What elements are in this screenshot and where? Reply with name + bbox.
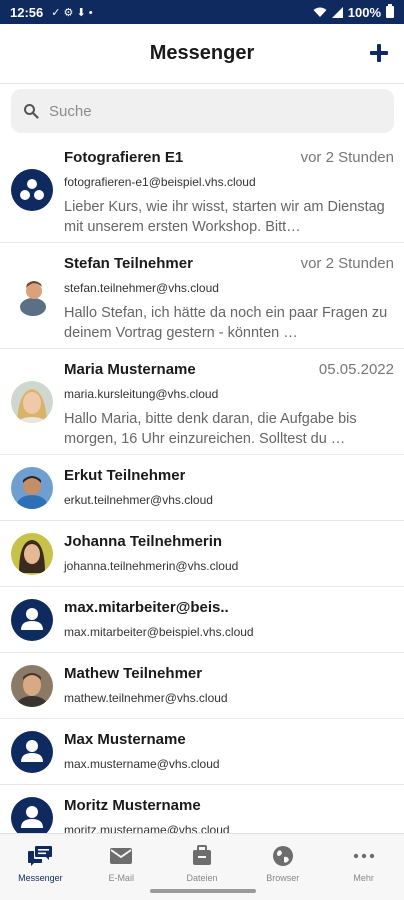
search-bar[interactable] (11, 89, 394, 133)
conversation-time: 05.05.2022 (318, 361, 394, 378)
conversation-email: moritz.mustername@vhs.cloud (64, 823, 230, 833)
conversation-email: fotografieren-e1@beispiel.vhs.cloud (64, 175, 256, 189)
plus-icon (370, 44, 388, 62)
more-icon (351, 844, 377, 868)
conversation-item[interactable]: Max Mustername max.mustername@vhs.cloud (0, 719, 404, 785)
nav-label: Browser (266, 873, 300, 883)
conversation-name: Stefan Teilnehmer (64, 255, 193, 272)
app-header: Messenger (0, 24, 404, 84)
user-avatar-icon (11, 797, 53, 833)
user-avatar-icon (11, 731, 53, 773)
status-right: 100% (313, 4, 394, 20)
globe-icon (270, 844, 296, 868)
nav-label: Dateien (186, 873, 218, 883)
conversation-time: vor 2 Stunden (300, 255, 394, 272)
conversation-name: Johanna Teilnehmerin (64, 533, 223, 550)
avatar (11, 665, 53, 707)
search-icon (24, 104, 39, 119)
conversation-item[interactable]: max.mitarbeiter@beis.. max.mitarbeiter@b… (0, 587, 404, 653)
avatar (11, 275, 53, 317)
avatar (11, 467, 53, 509)
conversation-name: max.mitarbeiter@beis.. (64, 599, 229, 616)
user-avatar-icon (11, 599, 53, 641)
conversation-email: max.mustername@vhs.cloud (64, 757, 220, 771)
conversation-preview: Lieber Kurs, wie ihr wisst, starten wir … (64, 199, 385, 235)
conversation-item[interactable]: Fotografieren E1 vor 2 Stunden fotografi… (0, 137, 404, 243)
conversation-item[interactable]: Erkut Teilnehmer erkut.teilnehmer@vhs.cl… (0, 455, 404, 521)
battery-icon (386, 4, 394, 18)
status-time: 12:56 (10, 4, 44, 20)
conversation-list: Fotografieren E1 vor 2 Stunden fotografi… (0, 137, 404, 833)
conversation-item[interactable]: Mathew Teilnehmer mathew.teilnehmer@vhs.… (0, 653, 404, 719)
wifi-icon (313, 7, 327, 17)
battery-percent: 100% (347, 4, 381, 20)
conversation-item[interactable]: Maria Mustername 05.05.2022 maria.kursle… (0, 349, 404, 455)
conversation-email: mathew.teilnehmer@vhs.cloud (64, 691, 228, 705)
group-avatar-icon (11, 169, 53, 211)
nav-label: Messenger (18, 873, 63, 883)
avatar (11, 381, 53, 423)
page-title: Messenger (149, 42, 255, 64)
new-conversation-button[interactable] (366, 40, 392, 66)
conversation-name: Moritz Mustername (64, 797, 201, 814)
mail-icon (108, 844, 134, 868)
status-notification-icons: ✓ ⚙ ⬇ • (51, 6, 93, 19)
conversation-email: max.mitarbeiter@beispiel.vhs.cloud (64, 625, 254, 639)
conversation-name: Fotografieren E1 (64, 149, 184, 166)
conversation-item[interactable]: Stefan Teilnehmer vor 2 Stunden stefan.t… (0, 243, 404, 349)
conversation-email: erkut.teilnehmer@vhs.cloud (64, 493, 213, 507)
conversation-email: stefan.teilnehmer@vhs.cloud (64, 281, 219, 295)
nav-messenger[interactable]: Messenger (0, 834, 81, 900)
folder-icon (189, 844, 215, 868)
conversation-email: maria.kursleitung@vhs.cloud (64, 387, 219, 401)
avatar (11, 533, 53, 575)
conversation-name: Erkut Teilnehmer (64, 467, 186, 484)
conversation-item[interactable]: Moritz Mustername moritz.mustername@vhs.… (0, 785, 404, 833)
conversation-time: vor 2 Stunden (300, 149, 394, 166)
conversation-item[interactable]: Johanna Teilnehmerin johanna.teilnehmeri… (0, 521, 404, 587)
conversation-name: Max Mustername (64, 731, 186, 748)
home-indicator[interactable] (150, 889, 256, 893)
nav-label: E-Mail (108, 873, 134, 883)
chat-icon (27, 844, 53, 868)
signal-icon (331, 6, 343, 18)
conversation-email: johanna.teilnehmerin@vhs.cloud (64, 559, 239, 573)
conversation-name: Maria Mustername (64, 361, 196, 378)
conversation-name: Mathew Teilnehmer (64, 665, 203, 682)
nav-more[interactable]: Mehr (323, 834, 404, 900)
conversation-preview: Hallo Stefan, ich hätte da noch ein paar… (64, 305, 388, 341)
search-input[interactable] (49, 102, 349, 120)
conversation-preview: Hallo Maria, bitte denk daran, die Aufga… (64, 411, 357, 447)
status-bar: 12:56 ✓ ⚙ ⬇ • 100% (0, 0, 404, 24)
nav-label: Mehr (353, 873, 374, 883)
